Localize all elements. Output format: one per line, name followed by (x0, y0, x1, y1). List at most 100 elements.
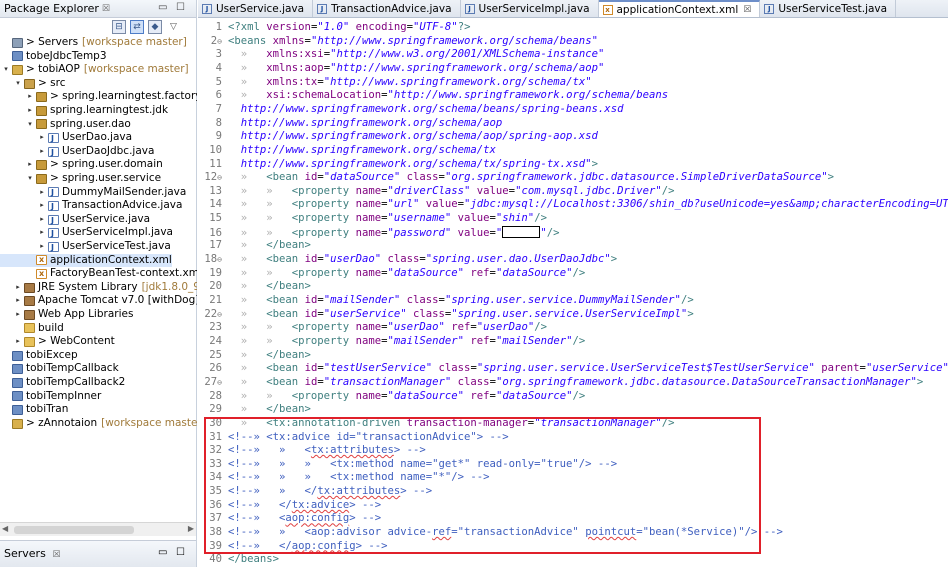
collapsed-arrow-icon[interactable]: ▸ (26, 158, 34, 172)
code-token: id (304, 362, 318, 375)
focus-icon[interactable]: ◆ (148, 20, 162, 34)
expanded-arrow-icon[interactable]: ▾ (26, 118, 34, 132)
collapsed-arrow-icon[interactable]: ▸ (26, 90, 34, 104)
tree-item[interactable]: ▸ spring.learningtest.jdk (0, 104, 168, 118)
collapsed-arrow-icon[interactable]: ▸ (38, 145, 46, 159)
tree-item[interactable]: tobiTran (0, 403, 68, 417)
tree-item[interactable]: ▸ Web App Libraries (0, 308, 133, 322)
maximize-icon[interactable]: ☐ (176, 2, 185, 13)
tree-item[interactable]: ▸ UserDaoJdbc.java (0, 145, 154, 159)
tree-item[interactable]: ▸ UserServiceImpl.java (0, 226, 173, 240)
tree-item[interactable]: ▾ > tobiAOP [workspace master] (0, 63, 188, 77)
tree-item[interactable]: ▸ DummyMailSender.java (0, 186, 186, 200)
tree-item-label: build (38, 321, 64, 334)
tree-item[interactable]: tobiTempCallback2 (0, 376, 125, 390)
tree-item-label: tobeJdbcTemp3 (26, 49, 107, 62)
code-line: 6 » xsi:schemaLocation="http://www.sprin… (198, 89, 948, 103)
collapsed-arrow-icon[interactable]: ▸ (14, 281, 22, 295)
package-explorer-title[interactable]: Package Explorer (4, 2, 99, 15)
scrollbar-thumb[interactable] (14, 526, 134, 534)
collapse-all-icon[interactable]: ⊟ (112, 20, 126, 34)
tree-item[interactable]: ▸ UserDao.java (0, 131, 132, 145)
close-icon[interactable]: ☒ (52, 550, 60, 560)
collapsed-arrow-icon[interactable]: ▸ (26, 104, 34, 118)
scroll-left-icon[interactable]: ◀ (2, 524, 8, 533)
tree-item[interactable]: tobiTempInner (0, 390, 101, 404)
collapsed-arrow-icon[interactable]: ▸ (38, 240, 46, 254)
tree-item[interactable]: ▸ > WebContent (0, 335, 115, 349)
editor-tab[interactable]: J UserServiceImpl.java (461, 0, 599, 17)
collapsed-arrow-icon[interactable]: ▸ (14, 294, 22, 308)
code-token: name (355, 266, 382, 279)
tree-item[interactable]: FactoryBeanTest-context.xml (0, 267, 197, 281)
tree-item[interactable]: tobiExcep (0, 349, 78, 363)
line-number: 16 (209, 226, 222, 239)
code-line: 4 » xmlns:aop="http://www.springframewor… (198, 62, 948, 76)
maximize-icon[interactable]: ☐ (176, 547, 185, 558)
code-token: xmlns:tx (266, 75, 318, 88)
close-icon[interactable]: ☒ (102, 4, 110, 14)
collapsed-arrow-icon[interactable]: ▸ (14, 335, 22, 349)
collapsed-arrow-icon[interactable]: ▸ (38, 213, 46, 227)
collapsed-arrow-icon[interactable]: ▸ (38, 186, 46, 200)
tree-item-label: tobiTran (26, 403, 69, 416)
tree-item[interactable]: ▸ > spring.learningtest.factorybean (0, 90, 197, 104)
code-token: ref (470, 266, 490, 279)
tree-item[interactable]: ▸ TransactionAdvice.java (0, 199, 182, 213)
tree-item[interactable]: build (0, 322, 64, 336)
servers-view-title[interactable]: Servers ☒ (4, 547, 60, 560)
collapsed-arrow-icon[interactable]: ▸ (14, 308, 22, 322)
scroll-right-icon[interactable]: ▶ (188, 524, 194, 533)
tree-item[interactable]: ▸ > spring.user.domain (0, 158, 163, 172)
tree-item-label: spring.user.dao (50, 117, 131, 130)
collapsed-arrow-icon[interactable]: ▸ (38, 226, 46, 240)
expanded-arrow-icon[interactable]: ▾ (2, 63, 10, 77)
collapsed-arrow-icon[interactable]: ▸ (38, 131, 46, 145)
code-token: id (304, 375, 318, 388)
code-token: <bean (266, 375, 305, 388)
expanded-arrow-icon[interactable]: ▾ (14, 77, 22, 91)
collapsed-arrow-icon[interactable]: ▸ (38, 199, 46, 213)
editor-tab[interactable]: J TransactionAdvice.java (313, 0, 461, 17)
java-file-icon: J (202, 3, 212, 14)
code-token: <bean (266, 294, 305, 306)
tree-item[interactable]: > Servers [workspace master] (0, 36, 187, 50)
line-number: 20 (209, 280, 222, 293)
link-with-editor-icon[interactable]: ⇄ (130, 20, 144, 34)
tree-item[interactable]: ▸ UserServiceTest.java (0, 240, 171, 254)
code-token: "http://www.w3.org/2001/XMLSchema-instan… (330, 48, 605, 61)
tree-item-label: > tobiAOP (26, 63, 80, 76)
expanded-arrow-icon[interactable]: ▾ (26, 172, 34, 186)
tree-item-label: applicationContext.xml (50, 253, 172, 266)
minimize-icon[interactable]: ▭ (158, 2, 167, 13)
tree-item[interactable]: ▾ > spring.user.service (0, 172, 161, 186)
tree-item-label: UserServiceTest.java (62, 240, 171, 252)
line-number: 10 (209, 143, 222, 156)
code-token: </bean> (266, 239, 311, 252)
minimize-icon[interactable]: ▭ (158, 547, 167, 558)
close-tab-icon[interactable]: ☒ (743, 5, 751, 15)
editor-tab[interactable]: J UserServiceTest.java (760, 0, 897, 17)
editor-tab[interactable]: x applicationContext.xml ☒ (598, 0, 761, 17)
code-token: ref (470, 389, 490, 402)
code-token: "userService" (323, 307, 407, 320)
editor-tab[interactable]: J UserService.java (198, 0, 314, 17)
tree-item[interactable]: ▾ > src (0, 77, 65, 91)
code-token: » (228, 61, 267, 74)
tree-item[interactable]: tobeJdbcTemp3 (0, 50, 107, 64)
tree-item[interactable]: tobiTempCallback (0, 362, 119, 376)
code-token: > (687, 307, 694, 320)
tree-item[interactable]: ▸ Apache Tomcat v7.0 [withDog] (0, 294, 197, 308)
tree-item[interactable]: > zAnnotaion [workspace master] (0, 417, 197, 431)
tree-item[interactable]: applicationContext.xml (0, 253, 172, 268)
tree-item[interactable]: ▸ UserService.java (0, 213, 150, 227)
tab-label: TransactionAdvice.java (331, 2, 452, 15)
code-token: class (457, 375, 490, 388)
view-menu-icon[interactable]: ▽ (170, 20, 177, 34)
code-line: 15 » » <property name="username" value="… (198, 212, 948, 226)
code-line: 20 » </bean> (198, 280, 948, 294)
tree-item[interactable]: ▾ spring.user.dao (0, 118, 131, 132)
tree-item[interactable]: ▸ JRE System Library[jdk1.8.0_91] (0, 281, 197, 295)
package-icon (36, 119, 47, 130)
horizontal-scrollbar[interactable]: ◀ ▶ (0, 522, 196, 536)
